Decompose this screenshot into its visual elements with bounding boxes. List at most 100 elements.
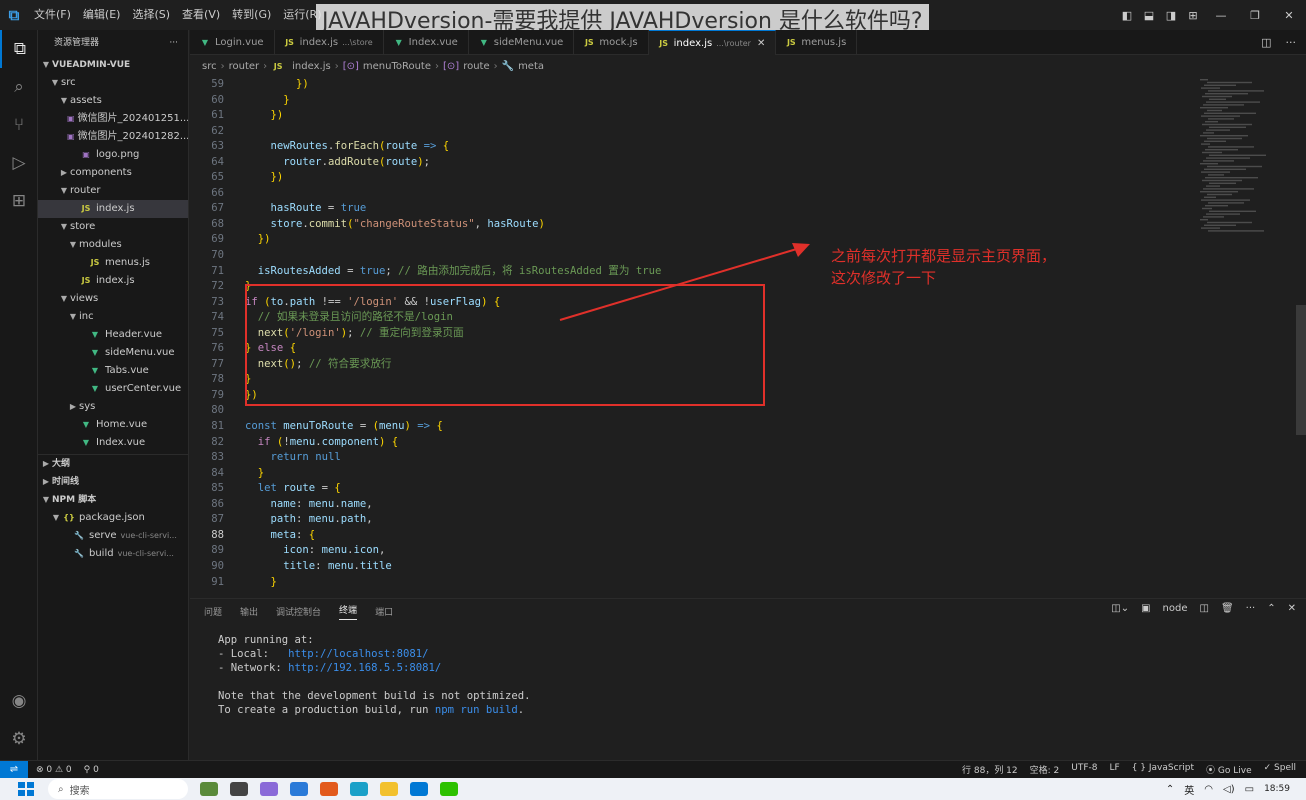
taskbar-app-icon[interactable] [260,782,278,796]
more-icon[interactable]: ··· [1246,603,1256,614]
firefox-icon[interactable] [320,782,338,796]
npm-script-serve[interactable]: 🔧 serve vue-cli-servi... [38,527,188,545]
toggle-secondary-sidebar-icon[interactable]: ◨ [1160,9,1182,22]
taskbar-search[interactable]: ⌕ 搜索 [48,779,188,799]
panel-tab[interactable]: 终端 [339,603,358,620]
editor-tab[interactable]: ▼ sideMenu.vue [469,30,575,55]
explorer-root[interactable]: ▼ VUEADMIN-VUE [38,56,188,74]
spell-status[interactable]: ✓ Spell [1264,763,1296,776]
minimap[interactable] [1198,77,1294,595]
split-icon[interactable]: ◫ [1200,603,1209,614]
volume-icon[interactable]: ◁) [1223,784,1235,795]
tree-item[interactable]: ▣ logo.png [38,146,188,164]
explorer-more-button[interactable]: ··· [169,30,178,56]
tree-item[interactable]: ▶ components [38,164,188,182]
editor-tab[interactable]: JS menus.js [776,30,858,55]
terminal-icon[interactable]: ▣ [1141,603,1150,614]
account-icon[interactable]: ◉ [0,682,38,720]
wifi-icon[interactable]: ◠ [1204,784,1213,795]
language-mode[interactable]: { } JavaScript [1132,763,1194,776]
tree-item[interactable]: JS menus.js [38,254,188,272]
terminal-link[interactable]: npm run build [435,704,518,716]
end-of-line[interactable]: LF [1110,763,1120,776]
terminal-name[interactable]: node [1163,603,1188,614]
menu-file[interactable]: 文件(F) [28,0,77,30]
tree-item[interactable]: ▼ assets [38,92,188,110]
tray-expand-icon[interactable]: ⌃ [1166,784,1174,795]
tree-item[interactable]: ▣ 微信图片_202401282... [38,128,188,146]
encoding[interactable]: UTF-8 [1071,763,1097,776]
scrollbar-thumb[interactable] [1296,305,1306,435]
extensions-icon[interactable]: ⊞ [0,182,38,220]
breadcrumb-src[interactable]: src [202,61,217,72]
terminal-link[interactable]: http://192.168.5.5:8081/ [288,662,441,674]
run-debug-icon[interactable]: ▷ [0,144,38,182]
problems-status[interactable]: ⊗ 0 ⚠ 0 [36,765,72,775]
tree-item[interactable]: ▼ Home.vue [38,416,188,434]
tree-item[interactable]: ▼ views [38,290,188,308]
tree-item[interactable]: JS index.js [38,272,188,290]
search-icon[interactable]: ⌕ [0,68,38,106]
trash-icon[interactable]: 🗑 [1221,603,1234,614]
remote-icon[interactable]: ⇌ [0,760,28,779]
tree-item[interactable]: ▼ userCenter.vue [38,380,188,398]
outline-section[interactable]: ▶ 大纲 [38,455,188,473]
tree-item[interactable]: ▼ Tabs.vue [38,362,188,380]
close-window-button[interactable]: ✕ [1272,9,1306,22]
tree-item[interactable]: ▼ src [38,74,188,92]
tree-item[interactable]: ▼ sideMenu.vue [38,344,188,362]
menu-edit[interactable]: 编辑(E) [77,0,127,30]
battery-icon[interactable]: ▭ [1245,784,1254,795]
tree-item[interactable]: ▼ inc [38,308,188,326]
customize-layout-icon[interactable]: ⊞ [1182,9,1204,22]
go-live-button[interactable]: ⦿ Go Live [1206,763,1252,776]
file-explorer-icon[interactable] [380,782,398,796]
source-control-icon[interactable]: ⑂ [0,106,38,144]
terminal-output[interactable]: App running at: - Local: http://localhost… [190,623,1306,717]
vscode-taskbar-icon[interactable] [410,782,428,796]
toggle-sidebar-icon[interactable]: ◧ [1116,9,1138,22]
editor-tab[interactable]: JS index.js ...\router ✕ [648,30,777,56]
editor-tab[interactable]: JS mock.js [574,30,649,55]
wechat-icon[interactable] [440,782,458,796]
tree-item[interactable]: ▼ Header.vue [38,326,188,344]
close-tab-icon[interactable]: ✕ [757,31,765,56]
panel-tab[interactable]: 问题 [204,605,222,618]
clock[interactable]: 18:59 [1264,784,1290,794]
start-windows-icon[interactable] [18,782,34,796]
more-actions-icon[interactable]: ··· [1286,36,1297,49]
taskbar-app-icon[interactable] [200,782,218,796]
editor-tab[interactable]: ▼ Login.vue [190,30,275,55]
editor-scrollbar[interactable] [1296,77,1306,595]
menu-go[interactable]: 转到(G) [226,0,277,30]
terminal-link[interactable]: http://localhost:8081/ [288,648,428,660]
ports-status[interactable]: ⚲ 0 [84,765,99,775]
explorer-icon[interactable]: ⧉ [0,30,38,68]
taskbar-app-icon[interactable] [230,782,248,796]
menu-view[interactable]: 查看(V) [176,0,226,30]
toggle-panel-icon[interactable]: ⬓ [1138,9,1160,22]
editor-tab[interactable]: JS index.js ...\store [275,30,384,55]
breadcrumb-meta[interactable]: meta [518,61,544,72]
restore-button[interactable]: ❐ [1238,9,1272,22]
edge-icon[interactable] [350,782,368,796]
taskbar-app-icon[interactable] [290,782,308,796]
tree-item[interactable]: ▼ store [38,218,188,236]
panel-tab[interactable]: 调试控制台 [276,605,321,618]
close-panel-icon[interactable]: ✕ [1288,603,1296,614]
panel-tab[interactable]: 端口 [375,605,393,618]
breadcrumb-route[interactable]: route [463,61,489,72]
package-json-item[interactable]: ▼ {} package.json [38,509,188,527]
tree-item[interactable]: ▼ Index.vue [38,434,188,452]
ime-indicator[interactable]: 英 [1184,782,1194,797]
minimize-button[interactable]: — [1204,9,1238,22]
tree-item[interactable]: ▼ router [38,182,188,200]
panel-tab[interactable]: 输出 [240,605,258,618]
menu-selection[interactable]: 选择(S) [126,0,176,30]
split-terminal-icon[interactable]: ◫⌄ [1111,603,1129,614]
npm-script-build[interactable]: 🔧 build vue-cli-servi... [38,545,188,563]
editor-tab[interactable]: ▼ Index.vue [384,30,469,55]
tree-item[interactable]: ▼ modules [38,236,188,254]
breadcrumb-symbol[interactable]: menuToRoute [363,61,431,72]
timeline-section[interactable]: ▶ 时间线 [38,473,188,491]
